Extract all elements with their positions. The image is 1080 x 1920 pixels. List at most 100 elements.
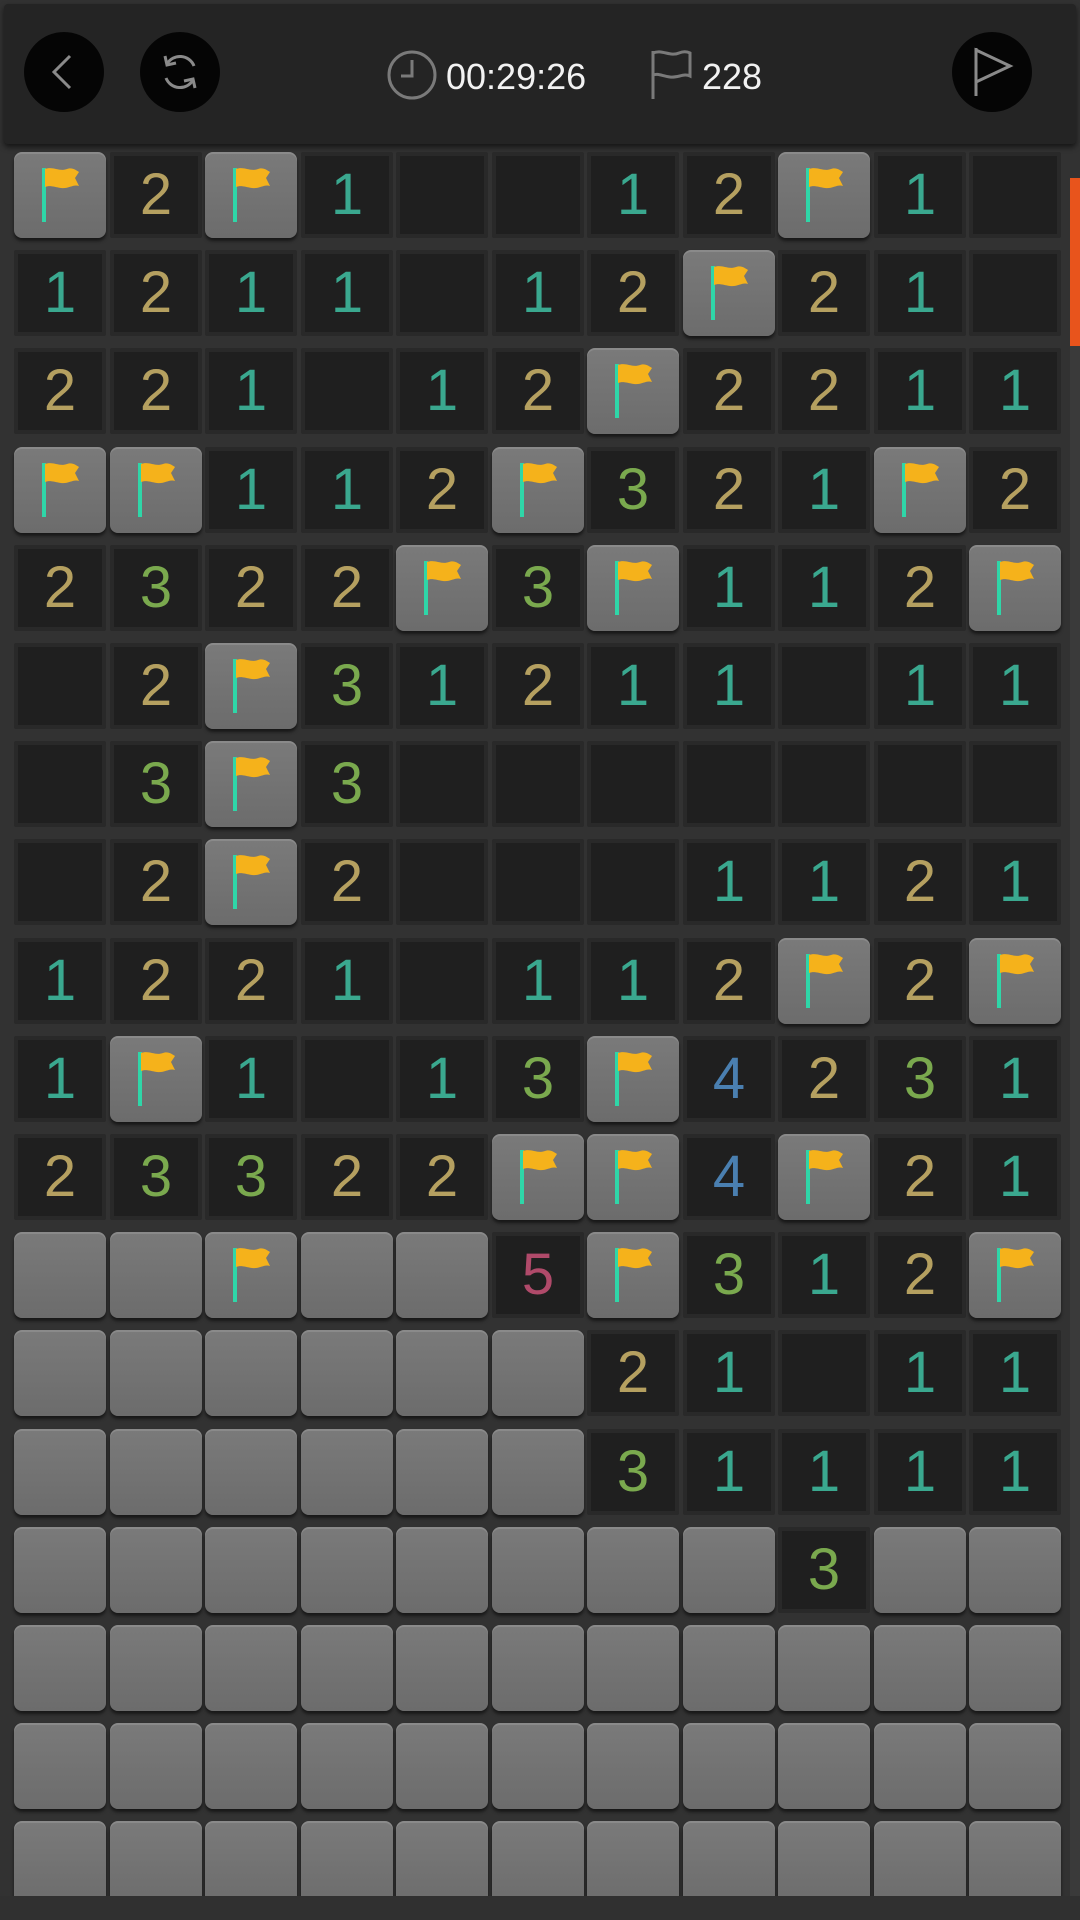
flagged-cell[interactable] [205, 152, 297, 238]
flagged-cell[interactable] [587, 1232, 679, 1318]
hidden-cell[interactable] [587, 1527, 679, 1613]
flag-icon [37, 459, 83, 521]
hidden-cell[interactable] [110, 1723, 202, 1809]
scrollbar-thumb[interactable] [1070, 178, 1080, 346]
hidden-cell[interactable] [396, 1429, 488, 1515]
flagged-cell[interactable] [587, 545, 679, 631]
flagged-cell[interactable] [874, 447, 966, 533]
hidden-cell[interactable] [205, 1723, 297, 1809]
hidden-cell[interactable] [969, 1723, 1061, 1809]
hidden-cell[interactable] [492, 1429, 584, 1515]
hidden-cell[interactable] [396, 1330, 488, 1416]
scrollbar[interactable] [1070, 178, 1080, 1898]
hidden-cell[interactable] [683, 1723, 775, 1809]
hidden-cell[interactable] [492, 1527, 584, 1613]
hidden-cell[interactable] [683, 1625, 775, 1711]
hidden-cell[interactable] [778, 1625, 870, 1711]
hidden-cell[interactable] [301, 1821, 393, 1907]
hidden-cell[interactable] [14, 1232, 106, 1318]
flagged-cell[interactable] [587, 348, 679, 434]
hidden-cell[interactable] [396, 1527, 488, 1613]
empty-cell [492, 741, 584, 827]
hidden-cell[interactable] [301, 1723, 393, 1809]
number-cell: 1 [492, 250, 584, 336]
flagged-cell[interactable] [587, 1036, 679, 1122]
hidden-cell[interactable] [396, 1723, 488, 1809]
hidden-cell[interactable] [683, 1527, 775, 1613]
hidden-cell[interactable] [492, 1625, 584, 1711]
flagged-cell[interactable] [205, 839, 297, 925]
flag-icon [706, 262, 752, 324]
flagged-cell[interactable] [110, 1036, 202, 1122]
hidden-cell[interactable] [492, 1821, 584, 1907]
hidden-cell[interactable] [778, 1821, 870, 1907]
hidden-cell[interactable] [14, 1527, 106, 1613]
hidden-cell[interactable] [969, 1821, 1061, 1907]
hidden-cell[interactable] [205, 1527, 297, 1613]
hidden-cell[interactable] [110, 1527, 202, 1613]
hidden-cell[interactable] [110, 1429, 202, 1515]
back-button[interactable] [24, 32, 104, 112]
hidden-cell[interactable] [587, 1821, 679, 1907]
hidden-cell[interactable] [874, 1625, 966, 1711]
hidden-cell[interactable] [396, 1625, 488, 1711]
flag-mode-button[interactable] [952, 32, 1032, 112]
hidden-cell[interactable] [205, 1330, 297, 1416]
flagged-cell[interactable] [969, 545, 1061, 631]
hidden-cell[interactable] [14, 1821, 106, 1907]
hidden-cell[interactable] [110, 1232, 202, 1318]
hidden-cell[interactable] [301, 1527, 393, 1613]
hidden-cell[interactable] [301, 1330, 393, 1416]
hidden-cell[interactable] [110, 1625, 202, 1711]
flagged-cell[interactable] [396, 545, 488, 631]
flagged-cell[interactable] [778, 152, 870, 238]
hidden-cell[interactable] [14, 1723, 106, 1809]
flagged-cell[interactable] [778, 938, 870, 1024]
flagged-cell[interactable] [969, 1232, 1061, 1318]
hidden-cell[interactable] [778, 1723, 870, 1809]
hidden-cell[interactable] [874, 1821, 966, 1907]
number-cell: 1 [396, 643, 488, 729]
hidden-cell[interactable] [301, 1625, 393, 1711]
number-cell: 4 [683, 1134, 775, 1220]
hidden-cell[interactable] [110, 1330, 202, 1416]
number-cell: 1 [683, 839, 775, 925]
flagged-cell[interactable] [492, 1134, 584, 1220]
number-cell: 1 [301, 250, 393, 336]
hidden-cell[interactable] [396, 1232, 488, 1318]
hidden-cell[interactable] [587, 1625, 679, 1711]
flagged-cell[interactable] [14, 447, 106, 533]
hidden-cell[interactable] [874, 1527, 966, 1613]
hidden-cell[interactable] [205, 1429, 297, 1515]
number-cell: 1 [205, 348, 297, 434]
hidden-cell[interactable] [969, 1625, 1061, 1711]
hidden-cell[interactable] [874, 1723, 966, 1809]
flagged-cell[interactable] [205, 643, 297, 729]
flagged-cell[interactable] [14, 152, 106, 238]
flagged-cell[interactable] [205, 1232, 297, 1318]
restart-button[interactable] [140, 32, 220, 112]
hidden-cell[interactable] [492, 1330, 584, 1416]
number-cell: 1 [14, 1036, 106, 1122]
hidden-cell[interactable] [14, 1330, 106, 1416]
flagged-cell[interactable] [492, 447, 584, 533]
number-cell: 1 [874, 250, 966, 336]
hidden-cell[interactable] [205, 1821, 297, 1907]
flagged-cell[interactable] [110, 447, 202, 533]
hidden-cell[interactable] [587, 1723, 679, 1809]
flagged-cell[interactable] [778, 1134, 870, 1220]
hidden-cell[interactable] [14, 1625, 106, 1711]
hidden-cell[interactable] [969, 1527, 1061, 1613]
hidden-cell[interactable] [14, 1429, 106, 1515]
hidden-cell[interactable] [492, 1723, 584, 1809]
flagged-cell[interactable] [587, 1134, 679, 1220]
flagged-cell[interactable] [205, 741, 297, 827]
flagged-cell[interactable] [683, 250, 775, 336]
hidden-cell[interactable] [301, 1232, 393, 1318]
hidden-cell[interactable] [683, 1821, 775, 1907]
hidden-cell[interactable] [301, 1429, 393, 1515]
hidden-cell[interactable] [396, 1821, 488, 1907]
flagged-cell[interactable] [969, 938, 1061, 1024]
hidden-cell[interactable] [205, 1625, 297, 1711]
hidden-cell[interactable] [110, 1821, 202, 1907]
